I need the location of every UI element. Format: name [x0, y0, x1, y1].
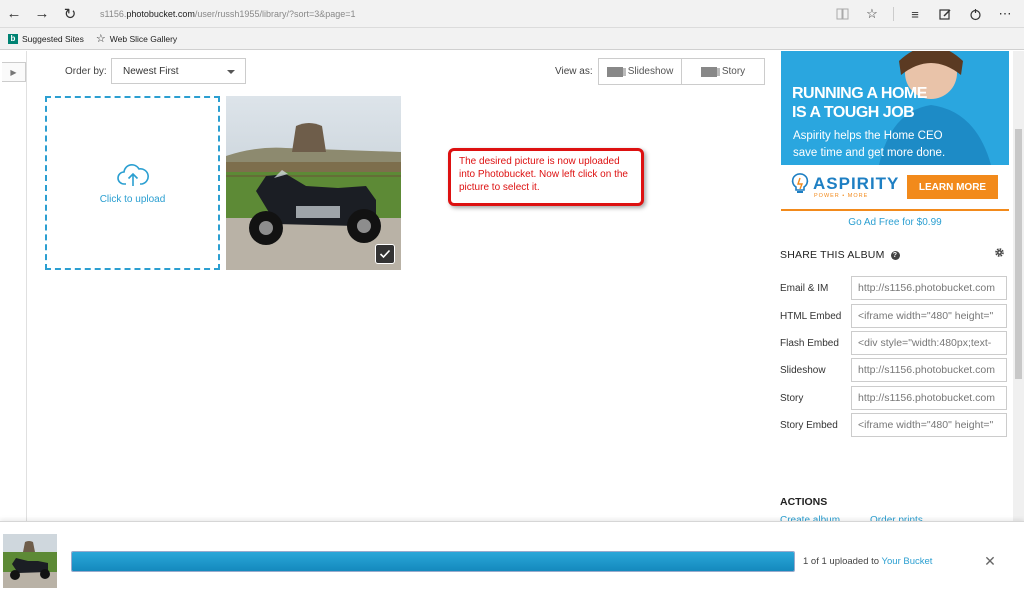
url-prefix: s1156.: [100, 8, 127, 19]
share-album-title: SHARE THIS ALBUM ?: [780, 249, 900, 261]
caret-down-icon: [227, 70, 235, 74]
share-row-flash-embed: Flash Embed: [780, 331, 1008, 355]
share-row-story: Story: [780, 386, 1008, 410]
scrollbar-thumb[interactable]: [1015, 129, 1022, 379]
fav-web-slice-gallery[interactable]: ☆ Web Slice Gallery: [96, 32, 177, 45]
share-row-slideshow: Slideshow: [780, 358, 1008, 382]
fav-label: Suggested Sites: [22, 33, 84, 44]
page-scrollbar[interactable]: [1013, 51, 1024, 521]
aspirity-logo: ASPIRITY: [791, 173, 899, 195]
reading-view-icon[interactable]: [829, 0, 855, 28]
ad-headline: RUNNING A HOME IS A TOUGH JOB: [792, 84, 927, 122]
story-embed-field[interactable]: [851, 413, 1007, 437]
tool-divider: [893, 7, 894, 21]
favorites-bar: b Suggested Sites ☆ Web Slice Gallery: [0, 28, 1024, 50]
motorcycle-thumb-photo: [3, 534, 57, 588]
select-checkmark-icon[interactable]: [375, 244, 395, 264]
upload-status: 1 of 1 uploaded to Your Bucket: [803, 556, 932, 567]
order-by-select[interactable]: Newest First: [111, 58, 246, 84]
view-as-label: View as:: [555, 66, 593, 77]
ad-headline-line-2: IS A TOUGH JOB: [792, 104, 915, 121]
close-icon[interactable]: ✕: [982, 553, 998, 569]
gear-icon[interactable]: [994, 247, 1005, 258]
share-label: Email & IM: [780, 282, 829, 294]
flash-embed-field[interactable]: [851, 331, 1007, 355]
ad-subtitle: Aspirity helps the Home CEO save time an…: [793, 128, 945, 162]
story-icon: [700, 66, 720, 77]
url-domain: photobucket.com: [126, 8, 195, 19]
bing-icon: b: [8, 33, 18, 44]
share-label: Slideshow: [780, 364, 826, 376]
motorcycle-photo: [226, 96, 401, 270]
ad-headline-line-1: RUNNING A HOME: [792, 85, 927, 102]
order-by-value: Newest First: [123, 65, 179, 77]
left-sidebar: [0, 51, 27, 521]
email-im-field[interactable]: [851, 276, 1007, 300]
refresh-icon[interactable]: ↻: [56, 0, 84, 28]
html-embed-field[interactable]: [851, 304, 1007, 328]
aspirity-brand: ASPIRITY: [813, 174, 900, 193]
share-label: HTML Embed: [780, 310, 842, 322]
advertisement-banner[interactable]: RUNNING A HOME IS A TOUGH JOB Aspirity h…: [781, 51, 1009, 210]
learn-more-button[interactable]: LEARN MORE: [907, 175, 998, 199]
cloud-upload-icon: [116, 163, 149, 186]
share-label: Flash Embed: [780, 337, 839, 349]
share-row-email: Email & IM: [780, 276, 1008, 300]
click-to-upload-tile[interactable]: Click to upload: [45, 96, 220, 270]
story-link-field[interactable]: [851, 386, 1007, 410]
lightbulb-icon: [791, 173, 809, 193]
forward-arrow-icon[interactable]: →: [28, 0, 56, 28]
upload-progress-bar: [71, 551, 795, 572]
go-ad-free-link[interactable]: Go Ad Free for $0.99: [781, 217, 1009, 228]
share-label: Story Embed: [780, 419, 838, 431]
order-by-label: Order by:: [65, 66, 107, 77]
favorite-star-icon[interactable]: ☆: [859, 0, 885, 28]
hub-icon[interactable]: ≡: [902, 0, 928, 28]
share-title-text: SHARE THIS ALBUM: [780, 249, 885, 261]
fav-label: Web Slice Gallery: [109, 33, 178, 44]
callout-text: The desired picture is now uploaded into…: [459, 156, 628, 193]
view-story-button[interactable]: Story: [681, 59, 764, 84]
view-slideshow-button[interactable]: Slideshow: [599, 59, 681, 84]
address-bar[interactable]: s1156.photobucket.com/user/russh1955/lib…: [100, 9, 356, 19]
actions-heading: ACTIONS: [780, 496, 828, 508]
ad-footer: ASPIRITY POWER • MORE LEARN MORE: [781, 165, 1009, 210]
share-icon[interactable]: [962, 0, 988, 28]
web-note-icon[interactable]: [932, 0, 958, 28]
your-bucket-link[interactable]: Your Bucket: [882, 556, 933, 567]
share-row-html-embed: HTML Embed: [780, 304, 1008, 328]
browser-tools: ☆ ≡ ⋯: [829, 0, 1018, 28]
play-arrow-icon: ▶: [10, 67, 17, 77]
upload-tray: 1 of 1 uploaded to Your Bucket ✕: [0, 521, 1024, 596]
upload-thumbnail: [3, 534, 57, 588]
more-icon[interactable]: ⋯: [992, 0, 1018, 28]
star-icon: ☆: [95, 33, 106, 45]
upload-progress-fill: [72, 552, 794, 571]
instruction-callout: The desired picture is now uploaded into…: [448, 148, 644, 206]
back-arrow-icon[interactable]: ←: [0, 0, 28, 28]
fav-suggested-sites[interactable]: b Suggested Sites: [8, 33, 84, 44]
url-path: /user/russh1955/library/?sort=3&page=1: [194, 8, 356, 19]
slideshow-link-field[interactable]: [851, 358, 1007, 382]
aspirity-tagline: POWER • MORE: [814, 193, 869, 199]
ad-divider: [781, 209, 1009, 211]
ad-subtitle-line-2: save time and get more done.: [793, 147, 946, 159]
slideshow-icon: [606, 66, 626, 77]
help-icon[interactable]: ?: [890, 250, 900, 260]
view-as-toggle: Slideshow Story: [598, 58, 765, 85]
expand-sidebar-button[interactable]: ▶: [2, 62, 26, 82]
browser-nav-bar: ← → ↻ s1156.photobucket.com/user/russh19…: [0, 0, 1024, 28]
upload-status-text: 1 of 1 uploaded to: [803, 556, 882, 567]
uploaded-photo-thumbnail[interactable]: [226, 96, 401, 270]
share-row-story-embed: Story Embed: [780, 413, 1008, 437]
share-label: Story: [780, 392, 804, 404]
view-story-label: Story: [721, 66, 746, 77]
upload-label: Click to upload: [99, 193, 166, 205]
view-slideshow-label: Slideshow: [627, 66, 674, 77]
ad-subtitle-line-1: Aspirity helps the Home CEO: [793, 130, 943, 142]
